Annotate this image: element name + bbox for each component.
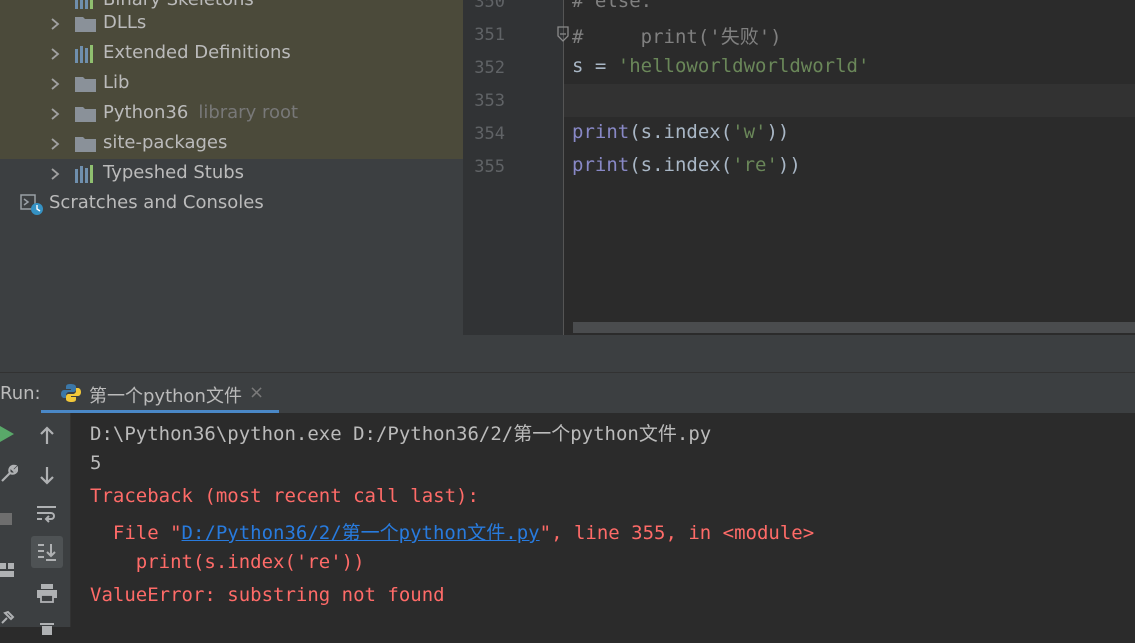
run-tab-label: 第一个python文件 bbox=[89, 386, 242, 407]
line-number: 352 bbox=[474, 58, 505, 78]
tree-item-python36[interactable]: Python36 library root bbox=[0, 99, 463, 129]
line-number: 350 bbox=[474, 0, 505, 12]
folder-icon bbox=[75, 77, 96, 92]
tree-label: site-packages bbox=[103, 132, 228, 153]
folder-icon bbox=[75, 107, 96, 122]
code-token: s = bbox=[572, 55, 618, 77]
line-number: 355 bbox=[474, 157, 505, 177]
traceback-header: Traceback (most recent call last): bbox=[90, 485, 479, 507]
code-token: (s.index( bbox=[629, 154, 733, 176]
pin-icon[interactable] bbox=[0, 609, 16, 625]
console-output[interactable]: D:\Python36\python.exe D:/Python36/2/第一个… bbox=[71, 413, 1135, 627]
soft-wrap-button[interactable] bbox=[32, 499, 62, 529]
string-literal: 'w' bbox=[732, 121, 767, 143]
editor-footer bbox=[463, 335, 1135, 372]
line-number: 353 bbox=[474, 91, 505, 111]
console-output-line: 5 bbox=[90, 452, 102, 474]
library-icon bbox=[75, 45, 93, 63]
code-token: (s.index( bbox=[629, 121, 733, 143]
tree-label: Extended Definitions bbox=[103, 42, 291, 63]
arrow-down-icon bbox=[40, 467, 54, 485]
code-token: )) bbox=[766, 121, 790, 143]
project-tool-window: Binary Skeletons DLLs Extended Definitio… bbox=[0, 0, 463, 372]
traceback-code-line: print(s.index('re')) bbox=[90, 551, 365, 573]
line-number: 351 bbox=[474, 25, 505, 45]
tree-label: Python36 bbox=[103, 102, 189, 123]
console-command-line: D:\Python36\python.exe D:/Python36/2/第一个… bbox=[90, 423, 712, 445]
stop-icon[interactable] bbox=[0, 513, 14, 527]
tree-item-typeshed-stubs[interactable]: Typeshed Stubs bbox=[0, 159, 463, 189]
line-number: 354 bbox=[474, 124, 505, 144]
run-icon[interactable] bbox=[0, 425, 16, 443]
traceback-file-line: File "D:/Python36/2/第一个python文件.py", lin… bbox=[90, 518, 814, 545]
string-literal: 'helloworldworldworld' bbox=[617, 55, 870, 77]
scroll-to-end-icon bbox=[38, 544, 56, 561]
run-label: Run: bbox=[0, 383, 41, 404]
library-icon bbox=[75, 165, 93, 183]
chevron-right-icon[interactable] bbox=[48, 15, 62, 33]
print-icon bbox=[37, 584, 57, 603]
chevron-right-icon[interactable] bbox=[48, 105, 62, 123]
delete-button[interactable] bbox=[32, 613, 62, 643]
layout-icon[interactable] bbox=[0, 563, 16, 579]
builtin-token: print bbox=[572, 154, 630, 176]
file-link[interactable]: D:/Python36/2/第一个python文件.py bbox=[182, 522, 540, 544]
soft-wrap-icon bbox=[37, 506, 56, 523]
string-literal: 're' bbox=[732, 154, 778, 176]
tree-label: DLLs bbox=[103, 12, 147, 33]
code-editor[interactable]: 350 # else: 351 # print('失败') 352 s = 'h… bbox=[463, 0, 1135, 372]
tree-item-scratches[interactable]: Scratches and Consoles bbox=[0, 189, 463, 219]
print-button[interactable] bbox=[32, 578, 62, 608]
close-icon[interactable]: × bbox=[249, 382, 264, 403]
python-icon bbox=[61, 384, 81, 402]
scroll-down-button[interactable] bbox=[32, 460, 62, 490]
error-message: ValueError: substring not found bbox=[90, 584, 445, 606]
tree-item-site-packages[interactable]: site-packages bbox=[0, 129, 463, 159]
code-line: # else: bbox=[572, 0, 653, 12]
tree-label: Typeshed Stubs bbox=[103, 162, 245, 183]
scroll-up-button[interactable] bbox=[32, 421, 62, 451]
tree-item-dlls[interactable]: DLLs bbox=[0, 9, 463, 39]
console-toolbar bbox=[22, 413, 71, 635]
scroll-to-end-button[interactable] bbox=[31, 536, 63, 568]
run-actions-strip bbox=[0, 413, 23, 627]
library-root-hint: library root bbox=[198, 102, 299, 123]
tree-item-lib[interactable]: Lib bbox=[0, 69, 463, 99]
trash-icon bbox=[40, 623, 54, 635]
tree-label: Scratches and Consoles bbox=[49, 192, 264, 213]
tree-item-extended-definitions[interactable]: Extended Definitions bbox=[0, 39, 463, 69]
run-tab[interactable]: 第一个python文件 × bbox=[41, 373, 279, 413]
traceback-text: File " bbox=[90, 522, 182, 544]
chevron-right-icon[interactable] bbox=[48, 135, 62, 153]
code-line: print(s.index('re')) bbox=[572, 154, 801, 176]
builtin-token: print bbox=[572, 121, 630, 143]
gutter-divider bbox=[563, 0, 564, 335]
horizontal-scrollbar[interactable] bbox=[573, 322, 1135, 333]
folder-icon bbox=[75, 137, 96, 152]
chevron-right-icon[interactable] bbox=[48, 45, 62, 63]
chevron-right-icon[interactable] bbox=[48, 165, 62, 183]
scratches-icon bbox=[20, 194, 43, 215]
tree-label-group: Python36 library root bbox=[103, 102, 298, 123]
fold-marker-icon[interactable] bbox=[556, 26, 570, 44]
arrow-up-icon bbox=[40, 426, 54, 444]
code-line: print(s.index('w')) bbox=[572, 121, 789, 143]
chevron-right-icon[interactable] bbox=[48, 75, 62, 93]
code-line: # print('失败') bbox=[572, 26, 782, 48]
code-line: s = 'helloworldworldworld' bbox=[572, 55, 869, 77]
run-tool-window-header: Run: 第一个python文件 × bbox=[0, 372, 1135, 413]
code-token: )) bbox=[777, 154, 801, 176]
current-line-highlight bbox=[564, 84, 1135, 117]
wrench-icon[interactable] bbox=[0, 463, 18, 483]
traceback-text: ", line 355, in <module> bbox=[539, 522, 815, 544]
folder-icon bbox=[75, 17, 96, 32]
tree-label: Lib bbox=[103, 72, 130, 93]
